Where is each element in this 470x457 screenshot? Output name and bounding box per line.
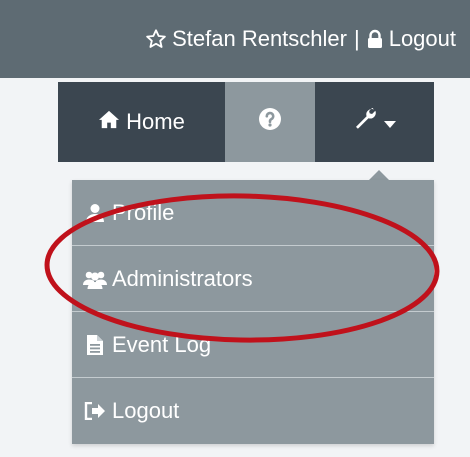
separator: | (353, 26, 360, 51)
nav-home[interactable]: Home (58, 82, 225, 162)
user-icon (82, 203, 108, 223)
wrench-icon (354, 107, 380, 136)
menu-item-label: Logout (112, 398, 180, 423)
star-icon[interactable] (145, 28, 167, 50)
menu-item-label: Administrators (112, 265, 253, 291)
question-circle-icon (258, 107, 282, 137)
logout-link[interactable]: Logout (389, 26, 456, 52)
user-line: Stefan Rentschler | Logout (145, 26, 456, 52)
menu-item-label: Event Log (112, 331, 212, 357)
menu-item-administrators[interactable]: Administrators (72, 246, 434, 312)
nav-help[interactable] (225, 82, 315, 162)
menu-item-logout[interactable]: Logout (72, 378, 434, 444)
top-bar: Stefan Rentschler | Logout (0, 0, 470, 78)
users-icon (82, 269, 108, 289)
lock-icon (367, 29, 383, 49)
chevron-down-icon (383, 109, 396, 135)
menu-item-label: Profile (112, 199, 175, 225)
tools-dropdown-menu: Profile Administrators Event Log Logout (72, 180, 434, 444)
sign-out-icon (82, 402, 108, 420)
menu-item-event-log[interactable]: Event Log (72, 312, 434, 378)
file-text-icon (82, 334, 108, 355)
menu-item-profile[interactable]: Profile (72, 180, 434, 246)
main-nav: Home (58, 82, 434, 162)
nav-home-label: Home (126, 109, 185, 134)
user-name-link[interactable]: Stefan Rentschler (172, 26, 347, 52)
nav-tools-dropdown[interactable] (315, 82, 434, 162)
home-icon (98, 109, 120, 135)
